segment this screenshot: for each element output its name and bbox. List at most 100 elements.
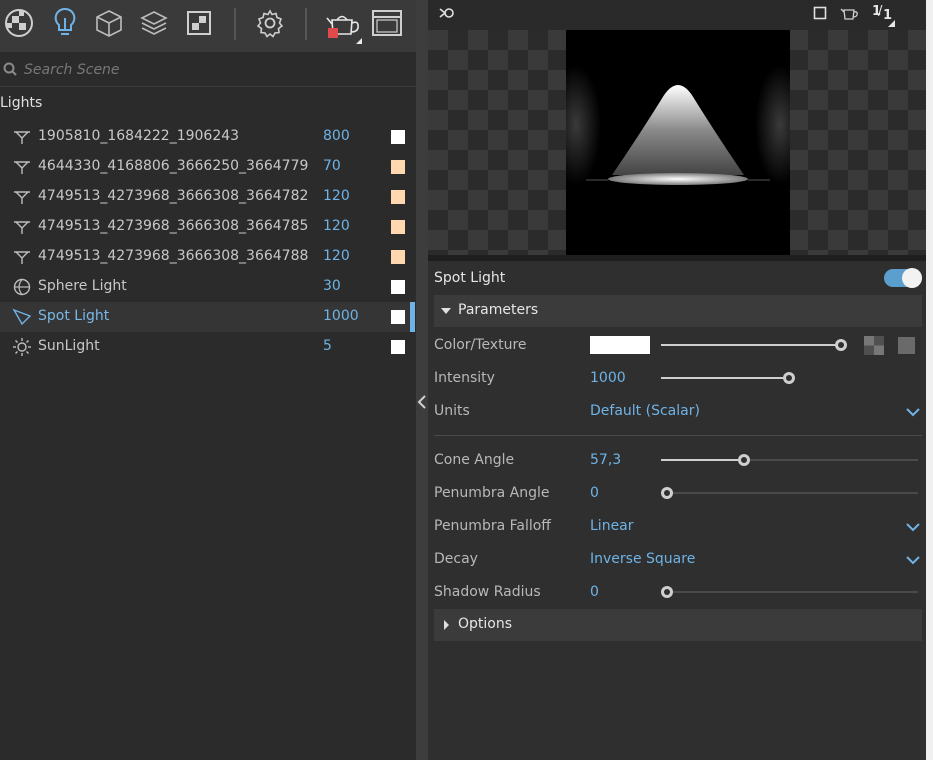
light-intensity-value[interactable]: 800: [323, 128, 350, 144]
preview-shape-icon[interactable]: [813, 6, 827, 20]
color-swatch[interactable]: [590, 336, 650, 354]
color-slider-knob[interactable]: [835, 339, 847, 351]
parameters-group-header[interactable]: Parameters: [434, 295, 922, 327]
shadow-radius-slider-knob[interactable]: [661, 586, 673, 598]
light-name: Sphere Light: [38, 278, 127, 294]
light-intensity-value[interactable]: 120: [323, 218, 350, 234]
search-bar: [0, 52, 416, 87]
gear-icon[interactable]: [253, 6, 287, 40]
cone-angle-label: Cone Angle: [434, 452, 515, 468]
preview-resolution-button[interactable]: 1 / 1: [870, 2, 896, 28]
sun-light-icon: [12, 338, 32, 356]
cone-angle-slider-knob[interactable]: [738, 454, 750, 466]
light-row[interactable]: Spot Light 1000: [0, 302, 410, 332]
shadow-radius-slider-track[interactable]: [661, 591, 918, 593]
light-row[interactable]: 4644330_4168806_3666250_3664779 70: [0, 152, 410, 182]
shadow-radius-value[interactable]: 0: [590, 584, 599, 600]
cone-angle-value[interactable]: 57,3: [590, 452, 621, 468]
scene-panel: [0, 0, 416, 760]
cube-icon[interactable]: [92, 6, 126, 40]
collapse-arrow-icon[interactable]: [417, 394, 427, 410]
expanded-triangle-icon: [441, 308, 451, 314]
layers-icon[interactable]: [137, 6, 171, 40]
area-light-icon: [12, 248, 32, 266]
decay-dropdown[interactable]: Inverse Square: [590, 551, 695, 567]
intensity-slider-knob[interactable]: [783, 372, 795, 384]
light-intensity-value[interactable]: 70: [323, 158, 341, 174]
light-intensity-value[interactable]: 120: [323, 248, 350, 264]
toolbar-separator: [234, 8, 236, 40]
area-light-icon: [12, 188, 32, 206]
color-slider-track[interactable]: [661, 344, 841, 346]
light-color-swatch[interactable]: [391, 220, 405, 234]
light-intensity-value[interactable]: 5: [323, 338, 332, 354]
preview-divider: [428, 255, 926, 261]
options-group-header[interactable]: Options: [434, 609, 922, 641]
preview-light-type-icon[interactable]: [438, 4, 456, 22]
search-icon: [3, 62, 17, 76]
render-window-icon[interactable]: [370, 6, 404, 40]
search-input[interactable]: [22, 58, 406, 82]
cone-angle-slider-track[interactable]: [661, 459, 744, 461]
intensity-slider-track[interactable]: [661, 377, 789, 379]
penumbra-falloff-label: Penumbra Falloff: [434, 518, 551, 534]
penumbra-angle-slider-knob[interactable]: [661, 487, 673, 499]
light-color-swatch[interactable]: [391, 310, 405, 324]
texture-clear-button[interactable]: [898, 337, 915, 354]
light-color-swatch[interactable]: [391, 130, 405, 144]
light-row[interactable]: 4749513_4273968_3666308_3664782 120: [0, 182, 410, 212]
spot-light-icon: [12, 308, 32, 326]
intensity-value[interactable]: 1000: [590, 370, 626, 386]
window-edge: [926, 0, 933, 760]
preview-teapot-icon[interactable]: [840, 5, 860, 21]
light-row[interactable]: 4749513_4273968_3666308_3664785 120: [0, 212, 410, 242]
penumbra-angle-label: Penumbra Angle: [434, 485, 550, 501]
chevron-down-icon[interactable]: [906, 407, 920, 417]
panel-splitter[interactable]: [416, 0, 428, 760]
spot-light-render: [566, 30, 790, 255]
light-name: 4749513_4273968_3666308_3664785: [38, 218, 309, 234]
top-toolbar: [0, 0, 416, 52]
units-dropdown[interactable]: Default (Scalar): [590, 403, 700, 419]
penumbra-angle-value[interactable]: 0: [590, 485, 599, 501]
light-name: 1905810_1684222_1906243: [38, 128, 240, 144]
penumbra-angle-slider-track[interactable]: [661, 492, 918, 494]
light-name: 4749513_4273968_3666308_3664788: [38, 248, 309, 264]
light-name: 4644330_4168806_3666250_3664779: [38, 158, 309, 174]
decay-label: Decay: [434, 551, 478, 567]
light-name: SunLight: [38, 338, 100, 354]
area-light-icon: [12, 128, 32, 146]
chevron-down-icon[interactable]: [906, 555, 920, 565]
intensity-label: Intensity: [434, 370, 495, 386]
collapsed-triangle-icon: [444, 620, 449, 630]
corner-dropdown-icon: [888, 20, 895, 27]
light-name: Spot Light: [38, 308, 110, 324]
light-row[interactable]: 4749513_4273968_3666308_3664788 120: [0, 242, 410, 272]
light-intensity-value[interactable]: 30: [323, 278, 341, 294]
light-color-swatch[interactable]: [391, 190, 405, 204]
chevron-down-icon[interactable]: [906, 522, 920, 532]
light-color-swatch[interactable]: [391, 340, 405, 354]
texture-checker-button[interactable]: [864, 336, 884, 355]
lightbulb-icon[interactable]: [48, 6, 82, 40]
light-intensity-value[interactable]: 1000: [323, 308, 359, 324]
area-light-icon: [12, 218, 32, 236]
sphere-light-icon: [12, 278, 32, 296]
light-row[interactable]: 1905810_1684222_1906243 800: [0, 122, 410, 152]
light-intensity-value[interactable]: 120: [323, 188, 350, 204]
selection-indicator: [410, 302, 415, 332]
lights-section-title: Lights: [0, 95, 43, 111]
light-name: 4749513_4273968_3666308_3664782: [38, 188, 309, 204]
fraction-slash: /: [878, 4, 883, 19]
color-texture-label: Color/Texture: [434, 337, 527, 353]
light-color-swatch[interactable]: [391, 250, 405, 264]
light-row[interactable]: SunLight 5: [0, 332, 410, 362]
texture-icon[interactable]: [182, 6, 216, 40]
light-color-swatch[interactable]: [391, 280, 405, 294]
material-ball-icon[interactable]: [2, 6, 36, 40]
penumbra-falloff-dropdown[interactable]: Linear: [590, 518, 634, 534]
light-row[interactable]: Sphere Light 30: [0, 272, 410, 302]
panel-title: Spot Light: [434, 270, 506, 286]
light-color-swatch[interactable]: [391, 160, 405, 174]
teapot-render-icon[interactable]: [324, 6, 364, 46]
